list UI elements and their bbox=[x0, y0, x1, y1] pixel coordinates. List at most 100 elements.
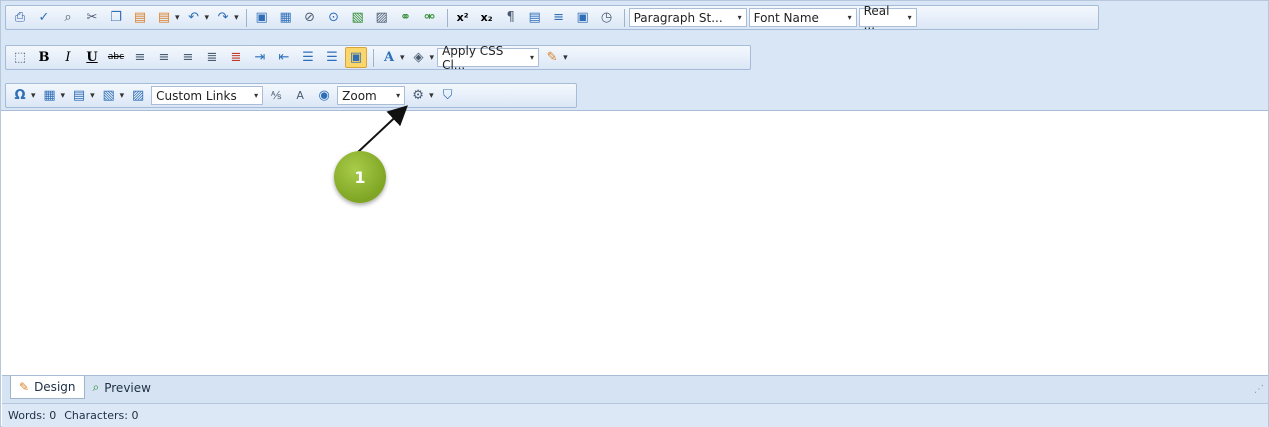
subscript-icon[interactable]: x₂ bbox=[476, 7, 498, 28]
custom-links-select[interactable]: Custom Links ▾ bbox=[151, 86, 264, 105]
paragraph-style-select[interactable]: Paragraph St... ▾ bbox=[628, 8, 747, 27]
justify-icon[interactable]: ≣ bbox=[201, 47, 223, 68]
copy-icon[interactable]: ❐ bbox=[105, 7, 127, 28]
media-manager-icon[interactable]: ⊙ bbox=[323, 7, 345, 28]
separator bbox=[623, 8, 625, 27]
insert-date-icon[interactable]: ▤ bbox=[524, 7, 546, 28]
resize-grip-icon[interactable]: ⋰ bbox=[1254, 384, 1264, 395]
snippet-dropdown-icon[interactable]: ▾ bbox=[120, 91, 125, 101]
undo-icon[interactable]: ↶ bbox=[183, 7, 205, 28]
chevron-down-icon: ▾ bbox=[530, 53, 535, 62]
numbered-list-icon[interactable]: ☰ bbox=[297, 47, 319, 68]
css-class-value: Apply CSS Cl... bbox=[442, 43, 504, 72]
outdent-icon[interactable]: ⇤ bbox=[273, 47, 295, 68]
image-icon[interactable]: ▨ bbox=[127, 85, 149, 106]
special-characters-dropdown-icon[interactable]: ▾ bbox=[31, 91, 36, 101]
table-dropdown-icon[interactable]: ▾ bbox=[61, 91, 66, 101]
highlight-icon[interactable]: ◈ bbox=[408, 47, 430, 68]
document-manager-icon[interactable]: ▧ bbox=[347, 7, 369, 28]
format-code-icon[interactable]: ▣ bbox=[572, 7, 594, 28]
font-size-select[interactable]: Real ... ▾ bbox=[858, 4, 917, 32]
ajax-spellcheck-icon[interactable]: ⛉ bbox=[437, 85, 459, 106]
insert-snippet-icon[interactable]: ▧ bbox=[98, 85, 120, 106]
insert-symbol-icon[interactable]: ▤ bbox=[68, 85, 90, 106]
magnifier-icon: ⌕ bbox=[92, 380, 100, 394]
align-center-icon[interactable]: ≡ bbox=[153, 47, 175, 68]
paragraph-style-value: Paragraph St... bbox=[633, 10, 723, 25]
chevron-down-icon: ▾ bbox=[254, 91, 259, 100]
format-painter-icon[interactable]: ✎ bbox=[541, 47, 563, 68]
zoom-select[interactable]: Zoom ▾ bbox=[337, 86, 406, 105]
paragraph-icon[interactable]: ¶ bbox=[500, 7, 522, 28]
mode-tabs: ✎ Design ⌕ Preview ⋰ bbox=[2, 375, 1268, 403]
module-dropdown-icon[interactable]: ▾ bbox=[429, 91, 434, 101]
chevron-down-icon: ▾ bbox=[907, 13, 912, 22]
font-size-value: Real ... bbox=[863, 3, 890, 32]
special-characters-button[interactable]: Ω bbox=[9, 85, 31, 106]
separator bbox=[373, 48, 374, 67]
chevron-down-icon: ▾ bbox=[737, 13, 742, 22]
paste-dropdown-icon[interactable]: ▾ bbox=[175, 13, 180, 23]
find-icon[interactable]: ⌕ bbox=[57, 7, 79, 28]
insert-text-icon[interactable]: ≡ bbox=[548, 7, 570, 28]
tab-preview[interactable]: ⌕ Preview bbox=[85, 376, 159, 399]
align-left-icon[interactable]: ≡ bbox=[129, 47, 151, 68]
pencil-icon: ✎ bbox=[19, 380, 30, 394]
tab-design-label: Design bbox=[34, 380, 76, 394]
chevron-down-icon: ▾ bbox=[847, 13, 852, 22]
font-name-select[interactable]: Font Name ▾ bbox=[748, 8, 857, 27]
align-right-icon[interactable]: ≡ bbox=[177, 47, 199, 68]
tab-preview-label: Preview bbox=[104, 380, 151, 395]
insert-table-icon[interactable]: ▦ bbox=[39, 85, 61, 106]
symbol-dropdown-icon[interactable]: ▾ bbox=[90, 91, 95, 101]
cut-icon[interactable]: ✂ bbox=[81, 7, 103, 28]
tab-design[interactable]: ✎ Design bbox=[10, 376, 85, 399]
toolbar-row-3: Ω ▾ ▦ ▾ ▤ ▾ ▧ ▾ ▨ Custom Links ▾ ⅍ A ◉ Zoom ▾ … bbox=[5, 83, 577, 108]
chevron-down-icon: ▾ bbox=[396, 91, 401, 100]
remove-alignment-icon[interactable]: ≣ bbox=[225, 47, 247, 68]
toolbar-row-2: ⬚ B I U abc ≡ ≡ ≡ ≣ ≣ ⇥ ⇤ ☰ ☰ ▣ A ▾ ◈ ▾ Ap… bbox=[5, 44, 751, 72]
insert-time-icon[interactable]: ◷ bbox=[596, 7, 618, 28]
redo-icon[interactable]: ↷ bbox=[212, 7, 234, 28]
indent-icon[interactable]: ⇥ bbox=[249, 47, 271, 68]
redo-dropdown-icon[interactable]: ▾ bbox=[234, 13, 239, 23]
font-color-button[interactable]: A bbox=[378, 47, 400, 68]
css-class-select[interactable]: Apply CSS Cl... ▾ bbox=[437, 44, 540, 72]
content-area[interactable] bbox=[2, 111, 1268, 375]
toolbar-row-1: ⎙ ✓ ⌕ ✂ ❐ ▤ ▤ ▾ ↶ ▾ ↷ ▾ ▣ ▦ ⊘ ⊙ ▧ ▨ ⚭ ⚮ x² … bbox=[5, 4, 1099, 32]
bold-button[interactable]: B bbox=[33, 47, 55, 68]
italic-button[interactable]: I bbox=[57, 47, 79, 68]
custom-links-value: Custom Links bbox=[156, 88, 237, 103]
flash-manager-icon[interactable]: ⊘ bbox=[299, 7, 321, 28]
zoom-value: Zoom bbox=[342, 88, 377, 103]
undo-dropdown-icon[interactable]: ▾ bbox=[205, 13, 210, 23]
print-icon[interactable]: ⎙ bbox=[9, 7, 31, 28]
insert-link-icon[interactable]: ⚭ bbox=[395, 7, 417, 28]
module-manager-icon[interactable]: ⚙ bbox=[407, 85, 429, 106]
image-manager-icon[interactable]: ▣ bbox=[251, 7, 273, 28]
decrease-size-icon[interactable]: ⅍ bbox=[265, 85, 287, 106]
word-count: Words: 0 bbox=[8, 409, 57, 422]
select-all-icon[interactable]: ⬚ bbox=[9, 47, 31, 68]
help-icon[interactable]: ◉ bbox=[313, 85, 335, 106]
superscript-icon[interactable]: x² bbox=[452, 7, 474, 28]
bullet-list-icon[interactable]: ☰ bbox=[321, 47, 343, 68]
toolbar-area: ⎙ ✓ ⌕ ✂ ❐ ▤ ▤ ▾ ↶ ▾ ↷ ▾ ▣ ▦ ⊘ ⊙ ▧ ▨ ⚭ ⚮ x² … bbox=[1, 1, 1268, 111]
template-manager-icon[interactable]: ▨ bbox=[371, 7, 393, 28]
highlight-dropdown-icon[interactable]: ▾ bbox=[430, 53, 435, 63]
strikethrough-button[interactable]: abc bbox=[105, 47, 127, 68]
image-map-icon[interactable]: ▦ bbox=[275, 7, 297, 28]
callout-marker: 1 bbox=[334, 151, 386, 203]
editor-frame: ⎙ ✓ ⌕ ✂ ❐ ▤ ▤ ▾ ↶ ▾ ↷ ▾ ▣ ▦ ⊘ ⊙ ▧ ▨ ⚭ ⚮ x² … bbox=[0, 0, 1269, 427]
increase-size-button[interactable]: A bbox=[289, 85, 311, 106]
paste-icon[interactable]: ▤ bbox=[129, 7, 151, 28]
callout-number: 1 bbox=[354, 167, 366, 187]
remove-link-icon[interactable]: ⚮ bbox=[419, 7, 441, 28]
font-color-dropdown-icon[interactable]: ▾ bbox=[400, 53, 405, 63]
underline-button[interactable]: U bbox=[81, 47, 103, 68]
paste-special-icon[interactable]: ▤ bbox=[153, 7, 175, 28]
format-stripper-icon[interactable]: ▣ bbox=[345, 47, 367, 68]
spell-check-icon[interactable]: ✓ bbox=[33, 7, 55, 28]
separator bbox=[446, 8, 448, 27]
format-painter-dropdown-icon[interactable]: ▾ bbox=[563, 53, 568, 63]
